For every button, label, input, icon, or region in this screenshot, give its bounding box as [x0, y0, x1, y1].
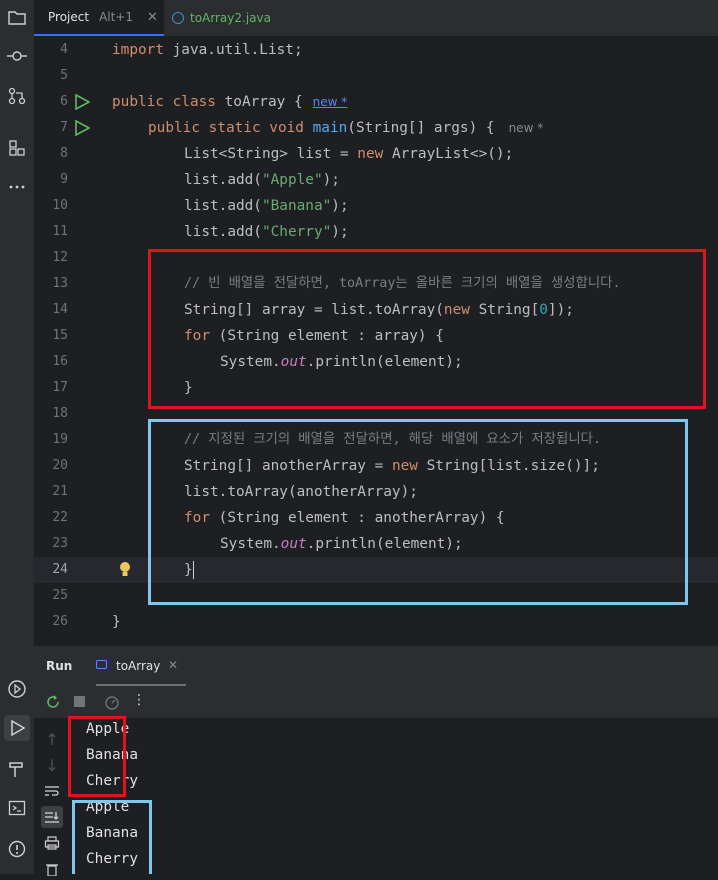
code-token: import [112, 42, 164, 58]
run-panel-title: Run [46, 659, 73, 673]
console-output[interactable]: ↑ ↓ Apple Banana Cherry Apple Banana Che… [34, 716, 718, 876]
red-highlight-box [148, 249, 706, 409]
code-line-4: import java.util.List; [112, 37, 303, 63]
pull-request-icon[interactable] [4, 83, 30, 109]
scroll-to-end-icon[interactable] [41, 806, 63, 828]
red-output-highlight-box [68, 716, 126, 797]
blue-highlight-box [148, 419, 688, 605]
code-token: (String[] args) { [347, 120, 495, 136]
rerun-icon[interactable] [45, 694, 61, 714]
line-number: 15 [52, 328, 68, 343]
code-token: java.util.List; [163, 42, 303, 58]
code-token: "Cherry" [261, 224, 332, 240]
line-number: 7 [60, 120, 68, 135]
code-token: toArray { [215, 94, 303, 110]
run-class-icon[interactable] [74, 93, 91, 114]
tab-project[interactable]: Project Alt+1 ✕ [34, 0, 164, 36]
run-tab-label: toArray [116, 659, 161, 673]
code-line-11: list.add("Cherry"); [184, 219, 349, 245]
editor-tab-bar: Project Alt+1 ✕ toArray2.java [34, 0, 718, 37]
java-class-icon [172, 12, 184, 24]
code-token: ); [331, 224, 349, 240]
code-token: main [303, 120, 348, 136]
left-toolbar [0, 0, 35, 874]
code-token: ); [331, 198, 349, 214]
code-line-9: list.add("Apple"); [184, 167, 340, 193]
run-tool-icon[interactable] [4, 715, 30, 741]
stop-icon[interactable] [74, 696, 85, 707]
run-config-icon [96, 660, 107, 669]
tab-toarray2-label: toArray2.java [190, 11, 271, 25]
line-number: 24 [52, 562, 68, 577]
line-number: 12 [52, 250, 68, 265]
line-number: 4 [60, 42, 68, 57]
line-number: 23 [52, 536, 68, 551]
soft-wrap-icon[interactable] [41, 780, 63, 802]
close-icon[interactable]: ✕ [147, 10, 158, 25]
clear-trash-icon[interactable] [41, 858, 63, 880]
line-number: 16 [52, 354, 68, 369]
commit-icon[interactable] [4, 43, 30, 69]
print-icon[interactable] [41, 832, 63, 854]
code-line-7: public static void main(String[] args) {… [148, 115, 543, 141]
problems-icon[interactable] [4, 836, 30, 862]
settings-gauge-icon[interactable] [104, 694, 120, 714]
line-number: 10 [52, 198, 68, 213]
code-line-10: list.add("Banana"); [184, 193, 349, 219]
line-number: 20 [52, 458, 68, 473]
line-number: 19 [52, 432, 68, 447]
code-token: list.add( [184, 224, 262, 240]
scroll-down-icon[interactable]: ↓ [41, 754, 63, 776]
folder-icon[interactable] [4, 4, 30, 30]
close-icon[interactable]: ✕ [168, 658, 178, 672]
code-token: "Banana" [261, 198, 332, 214]
code-token: List<String> list = [184, 146, 358, 162]
run-main-icon[interactable] [74, 119, 91, 140]
line-number: 13 [52, 276, 68, 291]
line-number: 11 [52, 224, 68, 239]
run-panel-header: Run toArray ✕ [34, 645, 718, 686]
structure-icon[interactable] [4, 135, 30, 161]
line-number: 26 [52, 614, 68, 629]
more-tools-icon[interactable] [4, 174, 30, 200]
build-hammer-icon[interactable] [4, 756, 30, 782]
line-number: 17 [52, 380, 68, 395]
code-line-8: List<String> list = new ArrayList<>(); [184, 141, 513, 167]
tab-toarray2[interactable]: toArray2.java [172, 0, 271, 36]
code-token: list.add( [184, 198, 262, 214]
code-token: public static void [148, 120, 304, 136]
line-number: 14 [52, 302, 68, 317]
blue-output-highlight-box [72, 800, 152, 874]
code-editor[interactable]: 4 5 6 7 8 9 10 11 12 13 14 15 16 17 18 19 20 21 22 23 24 25 26… [34, 37, 718, 645]
code-token: new [357, 146, 384, 162]
code-line-26: } [112, 614, 121, 630]
line-number: 6 [60, 94, 68, 109]
line-number: 22 [52, 510, 68, 525]
code-token: public class [112, 94, 216, 110]
services-icon[interactable] [4, 676, 30, 702]
line-number: 5 [60, 68, 68, 83]
more-options-icon[interactable]: ⋮ [132, 692, 146, 708]
author-hint[interactable]: new * [509, 121, 544, 135]
code-token: ); [322, 172, 340, 188]
code-token: ArrayList<>(); [383, 146, 514, 162]
terminal-icon[interactable] [4, 795, 30, 821]
code-token: list.add( [184, 172, 262, 188]
line-number: 9 [60, 172, 68, 187]
author-hint-link[interactable]: new * [313, 95, 348, 109]
code-line-6: public class toArray { new * [112, 89, 347, 115]
line-number: 25 [52, 588, 68, 603]
tab-project-label: Project [48, 10, 90, 24]
run-tab-toarray[interactable]: toArray ✕ [96, 646, 186, 686]
run-toolbar: ⋮ [34, 686, 718, 718]
line-number: 8 [60, 146, 68, 161]
line-number: 21 [52, 484, 68, 499]
line-number: 18 [52, 406, 68, 421]
tab-project-shortcut: Alt+1 [99, 10, 133, 24]
scroll-up-icon[interactable]: ↑ [41, 728, 63, 750]
code-token: "Apple" [261, 172, 323, 188]
lightbulb-icon[interactable] [118, 561, 132, 583]
